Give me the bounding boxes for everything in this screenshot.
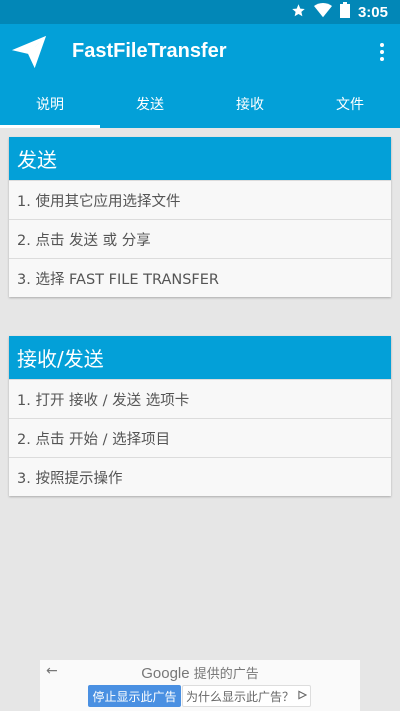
- google-wordmark: Google: [141, 665, 190, 682]
- tab-files[interactable]: 文件: [300, 80, 400, 128]
- list-item: 3. 选择 FAST FILE TRANSFER: [9, 258, 391, 297]
- ad-provided-label: 提供的广告: [193, 667, 259, 682]
- status-bar: 3:05: [0, 0, 400, 24]
- tab-instructions[interactable]: 说明: [0, 80, 100, 128]
- list-item: 1. 打开 接收 / 发送 选项卡: [9, 379, 391, 418]
- list-item: 1. 使用其它应用选择文件: [9, 180, 391, 219]
- list-item: 2. 点击 发送 或 分享: [9, 219, 391, 258]
- app-title: FastFileTransfer: [72, 40, 227, 62]
- star-icon: [291, 3, 306, 22]
- battery-icon: [339, 2, 350, 22]
- ad-banner: ← Google 提供的广告 停止显示此广告 为什么显示此广告？: [40, 660, 360, 711]
- app-bar: FastFileTransfer: [0, 24, 400, 80]
- list-item: 3. 按照提示操作: [9, 457, 391, 496]
- tab-send[interactable]: 发送: [100, 80, 200, 128]
- card-header: 发送: [9, 137, 391, 180]
- ad-choices-icon: [298, 689, 308, 703]
- paper-plane-icon: [10, 33, 48, 71]
- more-vert-icon[interactable]: [374, 36, 390, 68]
- why-ad-button[interactable]: 为什么显示此广告？: [182, 685, 311, 707]
- ad-provider: Google 提供的广告: [40, 663, 360, 682]
- clock: 3:05: [357, 3, 388, 21]
- tab-bar: 说明 发送 接收 文件: [0, 80, 400, 128]
- tab-receive[interactable]: 接收: [200, 80, 300, 128]
- card-header: 接收/发送: [9, 336, 391, 379]
- send-instructions-card: 发送 1. 使用其它应用选择文件 2. 点击 发送 或 分享 3. 选择 FAS…: [9, 137, 391, 297]
- wifi-icon: [313, 2, 332, 22]
- list-item: 2. 点击 开始 / 选择项目: [9, 418, 391, 457]
- stop-ad-button[interactable]: 停止显示此广告: [88, 685, 181, 707]
- receive-send-instructions-card: 接收/发送 1. 打开 接收 / 发送 选项卡 2. 点击 开始 / 选择项目 …: [9, 336, 391, 496]
